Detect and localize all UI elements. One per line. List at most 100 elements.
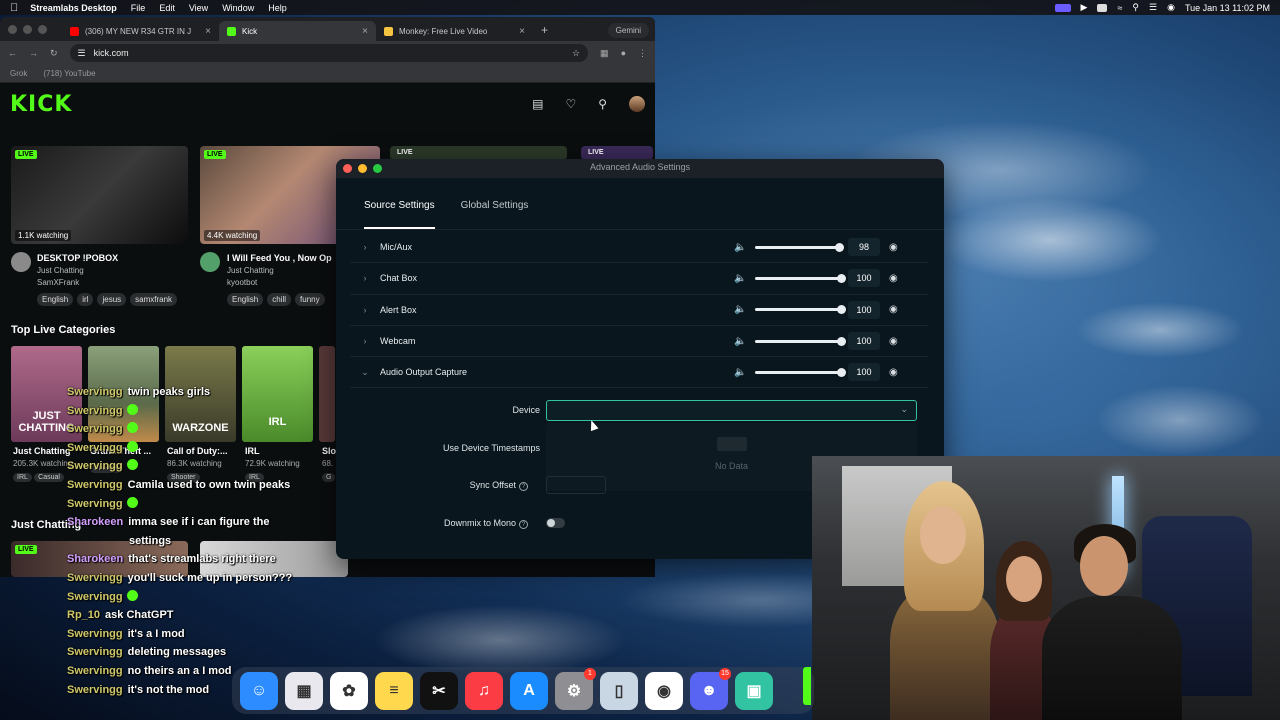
eye-icon[interactable]: ◉ xyxy=(889,367,898,378)
volume-knob[interactable] xyxy=(836,305,846,315)
chat-username[interactable]: Swervingg xyxy=(67,572,123,584)
volume-value-input[interactable]: 100 xyxy=(848,269,880,288)
device-select[interactable]: ⌄ xyxy=(546,400,917,421)
close-tab-icon[interactable]: × xyxy=(362,26,368,37)
audio-source-row[interactable]: › Alert Box 🔈 100 ◉ xyxy=(350,295,928,326)
dock-streamlabs-icon[interactable]: ▣ xyxy=(735,671,773,710)
stream-thumbnail[interactable]: LIVE 1.1K watching xyxy=(11,146,188,244)
control-center-icon[interactable]: ☰ xyxy=(1149,2,1157,13)
battery-icon[interactable] xyxy=(1097,3,1108,12)
tag-chip[interactable]: samxfrank xyxy=(130,293,178,306)
chat-username[interactable]: Swervingg xyxy=(67,423,123,435)
dock-iphone-mirroring-icon[interactable]: ▯ xyxy=(600,671,638,710)
screen-share-icon[interactable] xyxy=(1054,3,1071,12)
volume-slider[interactable] xyxy=(755,305,846,315)
help-icon[interactable]: ? xyxy=(519,482,528,491)
forward-icon[interactable]: → xyxy=(29,48,38,58)
tag-chip[interactable]: English xyxy=(227,293,264,306)
volume-icon[interactable]: 🔈 xyxy=(734,367,746,378)
new-tab-button[interactable]: + xyxy=(533,23,556,41)
extensions-icon[interactable]: ▦ xyxy=(600,48,609,59)
apple-icon[interactable]:  xyxy=(10,2,18,14)
stream-category[interactable]: Just Chatting xyxy=(227,266,337,275)
category-tag[interactable]: Casual xyxy=(34,473,64,482)
stream-title[interactable]: I Will Feed You , Now Op xyxy=(227,253,337,263)
gemini-button[interactable]: Gemini xyxy=(607,23,649,38)
volume-slider[interactable] xyxy=(755,336,846,346)
following-icon[interactable]: ♡ xyxy=(565,97,576,111)
menu-window[interactable]: Window xyxy=(222,3,254,13)
sync-offset-input[interactable] xyxy=(546,476,606,494)
minimize-icon[interactable] xyxy=(23,25,32,34)
user-avatar[interactable] xyxy=(629,96,645,112)
back-icon[interactable]: ← xyxy=(8,48,17,58)
volume-slider[interactable] xyxy=(755,273,846,283)
menu-file[interactable]: File xyxy=(131,3,146,13)
tab-monkey[interactable]: Monkey: Free Live Video × xyxy=(376,21,533,41)
volume-icon[interactable]: 🔈 xyxy=(734,304,746,315)
eye-icon[interactable]: ◉ xyxy=(889,273,898,284)
audio-source-row[interactable]: › Chat Box 🔈 100 ◉ xyxy=(350,263,928,295)
play-icon[interactable]: ▶ xyxy=(1081,2,1088,13)
dock-chrome-icon[interactable]: ◉ xyxy=(645,671,683,710)
browse-icon[interactable]: ▤ xyxy=(532,97,543,111)
close-tab-icon[interactable]: × xyxy=(519,26,525,37)
zoom-icon[interactable] xyxy=(373,164,382,173)
stream-thumbnail[interactable]: LIVE xyxy=(581,146,653,160)
downmix-toggle[interactable] xyxy=(546,518,565,528)
close-icon[interactable] xyxy=(343,164,352,173)
volume-knob[interactable] xyxy=(836,273,846,283)
bookmark-grok[interactable]: Grok xyxy=(10,69,27,78)
bookmark-star-icon[interactable]: ☆ xyxy=(572,48,580,59)
tab-source-settings[interactable]: Source Settings xyxy=(364,200,435,229)
chat-username[interactable]: Sharokeen xyxy=(67,553,123,565)
chevron-right-icon[interactable]: › xyxy=(350,273,380,283)
streamer-avatar[interactable] xyxy=(200,252,220,272)
close-tab-icon[interactable]: × xyxy=(205,26,211,37)
dock-app-store-icon[interactable]: A xyxy=(510,671,548,710)
bookmark-youtube[interactable]: (718) YouTube xyxy=(43,69,95,78)
stream-user[interactable]: kyootbot xyxy=(227,278,337,287)
dock-photos-icon[interactable]: ✿ xyxy=(330,671,368,710)
chat-username[interactable]: Swervingg xyxy=(67,591,123,603)
chat-username[interactable]: Sharokeen xyxy=(67,516,123,528)
volume-value-input[interactable]: 100 xyxy=(848,363,880,382)
volume-value-input[interactable]: 100 xyxy=(848,332,880,351)
chevron-right-icon[interactable]: › xyxy=(350,336,380,346)
wifi-icon[interactable]: ≈ xyxy=(1117,3,1122,13)
volume-icon[interactable]: 🔈 xyxy=(734,242,746,253)
eye-icon[interactable]: ◉ xyxy=(889,336,898,347)
tab-global-settings[interactable]: Global Settings xyxy=(461,200,529,229)
stream-title[interactable]: DESKTOP !POBOX xyxy=(37,253,177,263)
chat-username[interactable]: Swervingg xyxy=(67,665,123,677)
chat-username[interactable]: Swervingg xyxy=(67,442,123,454)
dock-notes-icon[interactable]: ≡ xyxy=(375,671,413,710)
stream-category[interactable]: Just Chatting xyxy=(37,266,177,275)
profile-icon[interactable]: ● xyxy=(621,48,626,58)
volume-icon[interactable]: 🔈 xyxy=(734,336,746,347)
stream-user[interactable]: SamXFrank xyxy=(37,278,177,287)
tag-chip[interactable]: English xyxy=(37,293,74,306)
dock-music-icon[interactable]: ♫ xyxy=(465,671,503,710)
chat-username[interactable]: Swervingg xyxy=(67,646,123,658)
dock-discord-icon[interactable]: ☻ 15 xyxy=(690,667,731,710)
help-icon[interactable]: ? xyxy=(519,520,528,529)
volume-icon[interactable]: 🔈 xyxy=(734,273,746,284)
clock[interactable]: Tue Jan 13 11:02 PM xyxy=(1185,3,1270,13)
siri-icon[interactable]: ◉ xyxy=(1167,2,1175,13)
zoom-icon[interactable] xyxy=(38,25,47,34)
chat-username[interactable]: Swervingg xyxy=(67,460,123,472)
volume-value-input[interactable]: 98 xyxy=(848,238,880,257)
chat-username[interactable]: Swervingg xyxy=(67,684,123,696)
site-info-icon[interactable]: ☰ xyxy=(78,48,86,59)
tab-kick[interactable]: Kick × xyxy=(219,21,376,41)
chevron-right-icon[interactable]: › xyxy=(350,242,380,252)
chat-username[interactable]: Swervingg xyxy=(67,479,123,491)
category-tag[interactable]: IRL xyxy=(13,473,32,482)
stream-thumbnail[interactable]: LIVE xyxy=(390,146,567,160)
volume-slider[interactable] xyxy=(755,242,844,252)
chat-username[interactable]: Swervingg xyxy=(67,405,123,417)
chat-username[interactable]: Swervingg xyxy=(67,498,123,510)
chat-username[interactable]: Swervingg xyxy=(67,628,123,640)
streamer-avatar[interactable] xyxy=(11,252,31,272)
